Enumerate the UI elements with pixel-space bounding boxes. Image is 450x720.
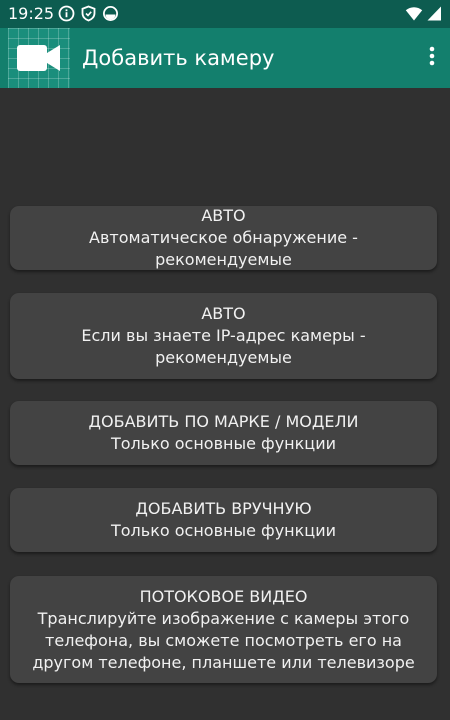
option-streaming-video-button[interactable]: ПОТОКОВОЕ ВИДЕО Транслируйте изображение… [10,576,437,683]
app-logo [8,28,70,88]
status-icons-left [58,5,119,22]
option-description: Транслируйте изображение с камеры этого … [32,608,415,672]
data-saver-icon [102,5,119,22]
shield-icon [80,5,97,22]
status-bar: 19:25 [0,0,450,28]
option-description: Если вы знаете IP-адрес камеры - рекомен… [81,326,366,367]
status-time: 19:25 [8,4,55,23]
option-title: ДОБАВИТЬ ПО МАРКЕ / МОДЕЛИ [88,412,359,431]
option-title: ПОТОКОВОЕ ВИДЕО [139,586,308,606]
page-title: Добавить камеру [82,46,275,70]
app-bar: Добавить камеру [0,28,450,88]
option-manual-button[interactable]: ДОБАВИТЬ ВРУЧНУЮ Только основные функции [10,488,437,552]
more-vertical-icon [429,46,435,70]
option-title: ДОБАВИТЬ ВРУЧНУЮ [135,499,312,518]
option-brand-model-button[interactable]: ДОБАВИТЬ ПО МАРКЕ / МОДЕЛИ Только основн… [10,401,437,465]
option-title: АВТО [201,304,246,323]
status-icons-right [405,5,442,22]
option-auto-ip-button[interactable]: АВТО Если вы знаете IP-адрес камеры - ре… [10,293,437,379]
option-description: Только основные функции [110,434,336,453]
signal-icon [427,5,442,22]
option-description: Автоматическое обнаружение - рекомендуем… [89,228,358,269]
info-icon [58,5,75,22]
option-description: Только основные функции [110,521,336,540]
option-title: АВТО [201,206,246,225]
option-auto-discovery-button[interactable]: АВТО Автоматическое обнаружение - рекоме… [10,206,437,270]
overflow-menu-button[interactable] [420,40,444,76]
wifi-icon [405,5,423,22]
